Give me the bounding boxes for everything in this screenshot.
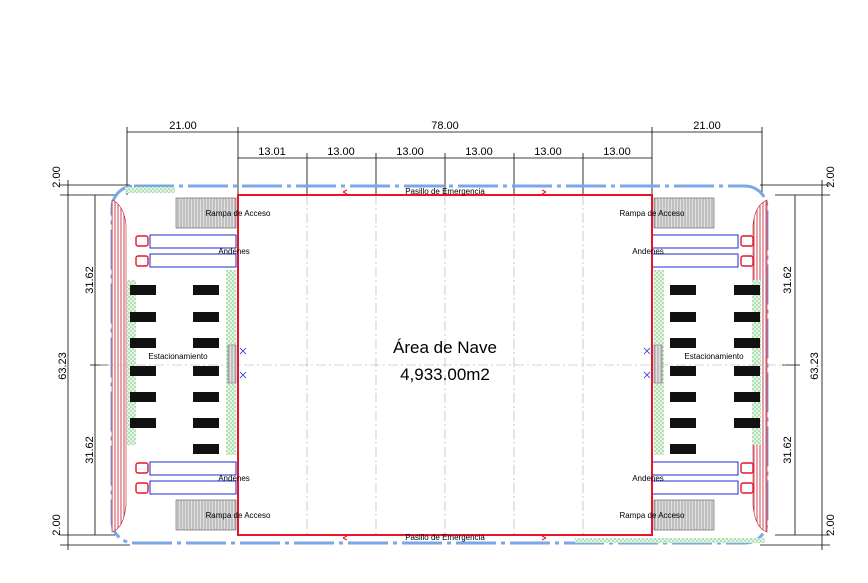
dim-top-right: 21.00 <box>693 120 721 132</box>
dim-top-left: 21.00 <box>169 120 197 132</box>
area-title: Área de Nave <box>393 338 497 357</box>
dim-bay-4: 13.00 <box>465 146 493 158</box>
dim-right-half-top: 31.62 <box>782 266 794 294</box>
parking-cars-left <box>130 285 219 454</box>
dim-bay-6: 13.00 <box>603 146 631 158</box>
dim-right-half-bottom: 31.62 <box>782 436 794 464</box>
dim-bay-3: 13.00 <box>396 146 424 158</box>
left-curb-hatch <box>111 199 127 533</box>
stair-left <box>227 344 237 384</box>
dim-left-margin-top: 2.00 <box>51 166 63 187</box>
dim-right-margin-top: 2.00 <box>825 166 837 187</box>
label-ramp-bottom-right: Rampa de Acceso <box>620 511 685 520</box>
label-parking-left: Estacionamiento <box>148 352 208 361</box>
label-docks-bottom-right: Andenes <box>632 474 664 483</box>
label-docks-bottom-left: Andenes <box>218 474 250 483</box>
dim-left-total: 63.23 <box>57 352 69 380</box>
label-ramp-bottom-left: Rampa de Acceso <box>206 511 271 520</box>
dim-right-margin-bottom: 2.00 <box>825 514 837 535</box>
landscape-bottom <box>575 538 765 543</box>
label-emergency-top: Pasillo de Emergencia <box>405 187 485 196</box>
dim-left-margin-bottom: 2.00 <box>51 514 63 535</box>
stair-right <box>653 344 663 384</box>
dim-bay-5: 13.00 <box>534 146 562 158</box>
dim-bay-1: 13.01 <box>258 146 286 158</box>
site-plan-drawing: 21.00 78.00 21.00 13.01 13.00 13.00 13.0… <box>51 120 837 550</box>
label-emergency-bottom: Pasillo de Emergencia <box>405 533 485 542</box>
label-ramp-top-right: Rampa de Acceso <box>620 209 685 218</box>
dim-right-total: 63.23 <box>809 352 821 380</box>
label-docks-top-right: Andenes <box>632 247 664 256</box>
dim-left-half-bottom: 31.62 <box>84 436 96 464</box>
label-docks-top-left: Andenes <box>218 247 250 256</box>
label-parking-right: Estacionamiento <box>684 352 744 361</box>
dim-bay-2: 13.00 <box>327 146 355 158</box>
dim-left-half-top: 31.62 <box>84 266 96 294</box>
landscape-top <box>125 187 175 193</box>
parking-cars-right <box>670 285 760 454</box>
area-value: 4,933.00m2 <box>400 365 490 384</box>
dim-top-total: 78.00 <box>431 120 459 132</box>
label-ramp-top-left: Rampa de Acceso <box>206 209 271 218</box>
